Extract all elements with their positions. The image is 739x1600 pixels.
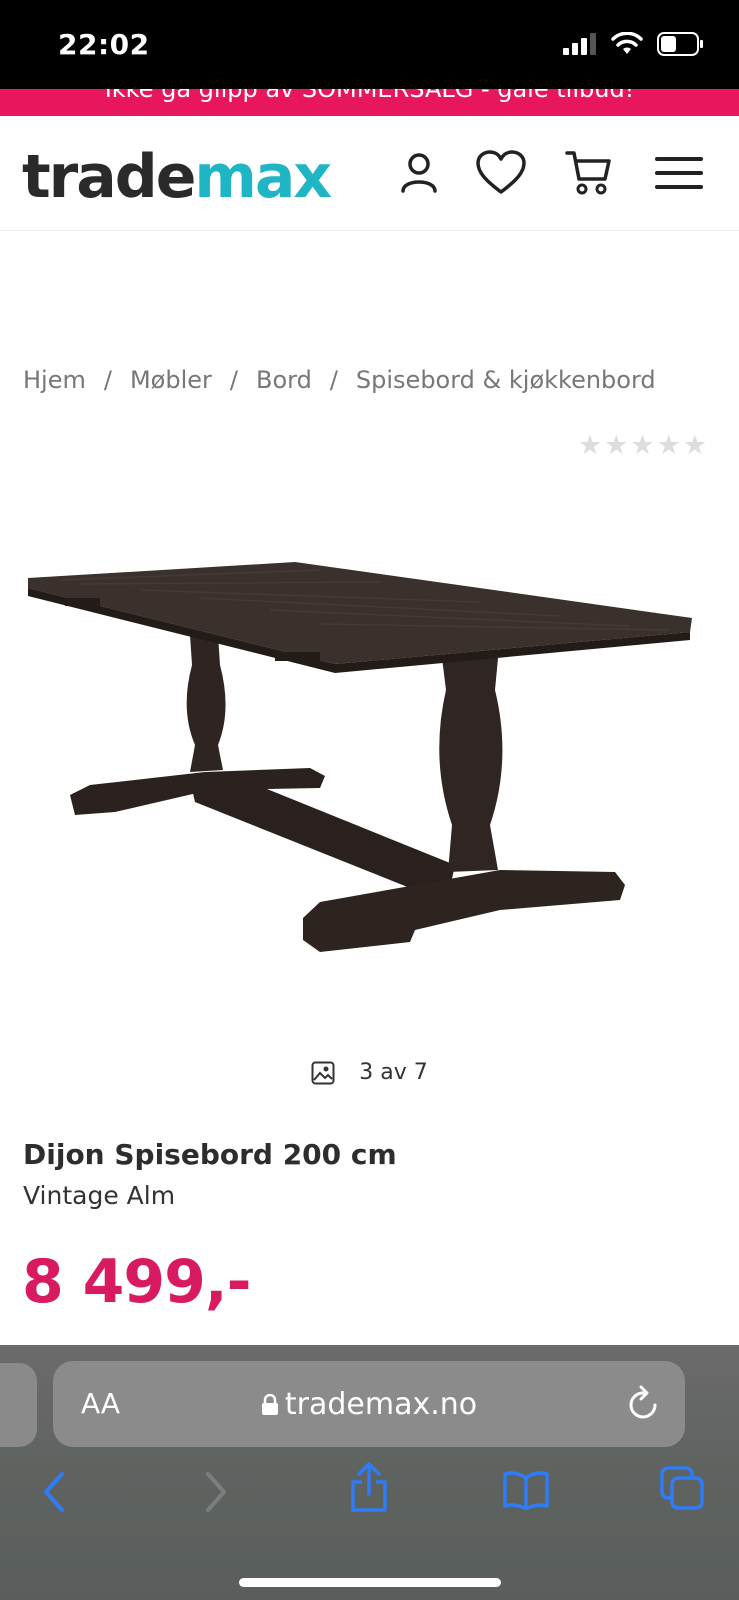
tabs-icon[interactable]: [660, 1466, 706, 1512]
menu-button[interactable]: [652, 146, 706, 200]
breadcrumb-separator: /: [329, 366, 338, 394]
gallery-counter: 3 av 7: [0, 1060, 739, 1085]
status-time: 22:02: [58, 28, 150, 61]
promo-text: Ikke gå glipp av SOMMERSALG - gale tilbu…: [104, 89, 635, 103]
signal-icon: [563, 33, 596, 55]
breadcrumb-link-hjem[interactable]: Hjem: [23, 366, 86, 394]
product-variant: Vintage Alm: [23, 1181, 176, 1210]
previous-tab-preview[interactable]: [0, 1363, 37, 1447]
url-display[interactable]: trademax.no: [53, 1387, 685, 1422]
star-icon: ★: [604, 430, 629, 461]
browser-nav-row: [0, 1462, 739, 1530]
promo-banner[interactable]: Ikke gå glipp av SOMMERSALG - gale tilbu…: [0, 89, 739, 116]
home-indicator: [239, 1578, 501, 1587]
cart-icon: [565, 151, 611, 195]
site-header: trademax: [0, 116, 739, 231]
url-text: trademax.no: [284, 1387, 478, 1422]
browser-toolbar: AA trademax.no: [0, 1345, 739, 1600]
gallery-counter-text: 3 av 7: [359, 1060, 428, 1085]
product-title: Dijon Spisebord 200 cm: [23, 1138, 397, 1171]
breadcrumb-link-spisebord[interactable]: Spisebord & kjøkkenbord: [356, 366, 656, 394]
star-icon: ★: [656, 430, 681, 461]
user-icon: [401, 153, 437, 193]
reload-icon[interactable]: [625, 1383, 661, 1423]
breadcrumb-separator: /: [103, 366, 112, 394]
logo-part-max: max: [194, 142, 332, 212]
breadcrumb-link-bord[interactable]: Bord: [256, 366, 312, 394]
status-bar: 22:02: [0, 0, 739, 89]
breadcrumb-separator: /: [229, 366, 238, 394]
forward-icon[interactable]: [200, 1470, 230, 1514]
trademax-logo[interactable]: trademax: [22, 142, 332, 212]
lock-icon: [261, 1393, 278, 1415]
wifi-icon: [611, 32, 643, 54]
breadcrumb-link-mobler[interactable]: Møbler: [130, 366, 212, 394]
star-icon: ★: [577, 430, 603, 461]
share-icon[interactable]: [349, 1462, 389, 1514]
wishlist-button[interactable]: [474, 146, 528, 200]
star-icon: ★: [630, 430, 655, 461]
menu-icon: [655, 157, 703, 189]
status-icons: [563, 32, 703, 56]
product-price: 8 499,-: [22, 1247, 252, 1317]
cart-button[interactable]: [562, 146, 616, 200]
address-bar[interactable]: AA trademax.no: [53, 1361, 685, 1447]
rating-stars[interactable]: ★ ★ ★ ★ ★: [578, 432, 707, 459]
back-icon[interactable]: [40, 1470, 70, 1514]
account-button[interactable]: [392, 146, 446, 200]
battery-icon: [657, 32, 703, 56]
image-gallery-icon: [311, 1061, 335, 1084]
star-icon: ★: [682, 430, 707, 461]
logo-part-trade: trade: [22, 142, 196, 212]
heart-icon: [476, 150, 526, 194]
breadcrumb: Hjem / Møbler / Bord / Spisebord & kjøkkenbord: [23, 366, 656, 394]
product-image[interactable]: [20, 540, 720, 980]
bookmarks-icon[interactable]: [502, 1470, 550, 1510]
